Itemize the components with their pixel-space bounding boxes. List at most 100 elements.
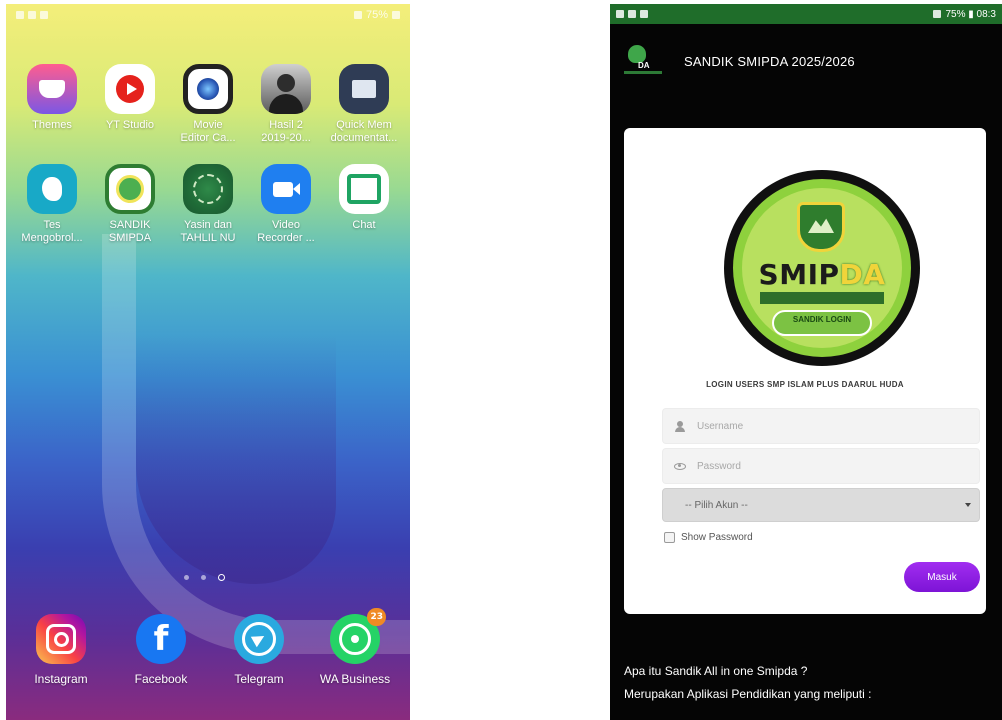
app-label: Yasin dan TAHLIL NU [180, 219, 236, 244]
eye-icon [673, 459, 687, 473]
app-bar: DA SANDIK SMIPDA 2025/2026 [610, 24, 1002, 98]
school-emblem-icon [797, 202, 845, 252]
facebook-icon: f [136, 614, 186, 664]
show-password-row[interactable]: Show Password [664, 532, 753, 543]
app-quick-memo[interactable]: Quick Mem documentat... [324, 64, 404, 145]
app-photo[interactable]: Hasil 2 2019-20... [246, 64, 326, 145]
instagram-icon [36, 614, 86, 664]
smipda-logo: SMIPDA SANDIK LOGIN [724, 170, 920, 366]
app-label: Themes [32, 119, 72, 131]
dock-telegram[interactable]: Telegram [214, 614, 304, 686]
dock-instagram[interactable]: Instagram [16, 614, 106, 686]
status-right-text: 75% ▮ 08:3 [945, 8, 996, 20]
status-bar: 75% [6, 4, 410, 26]
app-chat[interactable]: Chat [324, 164, 404, 232]
app-label: Quick Mem documentat... [330, 119, 398, 144]
battery-percent: 75% [365, 9, 388, 21]
app-label: Tes Mengobrol... [21, 219, 83, 244]
logo-text-main: SMIP [758, 258, 840, 291]
document-icon [339, 64, 389, 114]
notification-icon [40, 11, 48, 19]
logo-inner: SMIPDA SANDIK LOGIN [742, 188, 902, 348]
user-icon [673, 419, 687, 433]
camera-lens-icon [183, 64, 233, 114]
page-dot [184, 575, 189, 580]
app-yt-studio[interactable]: YT Studio [90, 64, 170, 132]
login-heading: LOGIN USERS SMP ISLAM PLUS DAARUL HUDA [706, 380, 904, 389]
dock-facebook[interactable]: f Facebook [116, 614, 206, 686]
logo-text-accent: DA [839, 258, 886, 291]
face-icon [27, 164, 77, 214]
password-input[interactable] [697, 460, 937, 472]
app-label: Chat [352, 219, 376, 231]
dock-wa-business[interactable]: 23 WA Business [310, 608, 400, 686]
logo-ribbon [760, 292, 884, 304]
app-label: Movie Editor Ca... [180, 119, 236, 144]
username-input[interactable] [697, 420, 937, 432]
dock-label: Facebook [134, 672, 188, 686]
whatsapp-business-icon: 23 [330, 608, 386, 664]
signal-icon [933, 10, 942, 18]
notification-icons [616, 10, 648, 18]
info-line-1: Apa itu Sandik All in one Smipda ? [624, 664, 808, 678]
dock-label: Telegram [234, 672, 284, 686]
screenshot-stage: 75% Themes YT Studio Movie Editor Ca... … [0, 0, 1002, 720]
system-icons: 75% ▮ 08:3 [933, 9, 996, 20]
app-themes[interactable]: Themes [12, 64, 92, 132]
notification-icon [616, 10, 624, 18]
status-bar: 75% ▮ 08:3 [610, 4, 1002, 24]
signal-icon [353, 11, 362, 19]
logo-bar [624, 71, 662, 74]
logo-pill: SANDIK LOGIN [772, 310, 872, 336]
app-title: SANDIK SMIPDA 2025/2026 [684, 53, 855, 69]
app-label: YT Studio [105, 119, 155, 131]
logo-pill-title: SANDIK LOGIN [792, 315, 852, 324]
notification-icon [28, 11, 36, 19]
info-line-2: Merupakan Aplikasi Pendidikan yang melip… [624, 687, 872, 701]
login-card: SMIPDA SANDIK LOGIN LOGIN USERS SMP ISLA… [624, 128, 986, 614]
app-sandik-smipda[interactable]: SANDIK SMIPDA [90, 164, 170, 245]
system-icons: 75% [353, 9, 400, 21]
notification-icon [628, 10, 636, 18]
yasin-emblem-icon [183, 164, 233, 214]
notification-badge: 23 [367, 608, 386, 626]
logo-wordmark: SMIPDA [742, 258, 902, 291]
info-text: Apa itu Sandik All in one Smipda ? Merup… [624, 660, 871, 706]
person-photo-icon [261, 64, 311, 114]
app-video-recorder[interactable]: Video Recorder ... [246, 164, 326, 245]
chevron-down-icon [965, 503, 971, 507]
show-password-label: Show Password [681, 532, 753, 543]
username-field-wrapper [662, 408, 980, 444]
app-label: Video Recorder ... [257, 219, 315, 244]
app-yasin-tahlil[interactable]: Yasin dan TAHLIL NU [168, 164, 248, 245]
logo-ring: SMIPDA SANDIK LOGIN [733, 179, 911, 357]
app-logo-icon: DA [624, 43, 662, 79]
user-glyph [675, 420, 685, 432]
logo-tag: DA [638, 61, 650, 70]
app-movie-editor[interactable]: Movie Editor Ca... [168, 64, 248, 145]
battery-icon [392, 11, 400, 19]
android-home-screen: 75% Themes YT Studio Movie Editor Ca... … [6, 4, 410, 720]
app-label: SANDIK SMIPDA [108, 219, 152, 244]
notification-icon [640, 10, 648, 18]
app-tes-mengobrol[interactable]: Tes Mengobrol... [12, 164, 92, 245]
play-icon [116, 75, 144, 103]
notification-icons [16, 11, 48, 19]
account-select-value: -- Pilih Akun -- [685, 499, 748, 511]
sandik-logo-icon [105, 164, 155, 214]
page-indicator[interactable] [184, 574, 225, 581]
login-button[interactable]: Masuk [904, 562, 980, 592]
notification-icon [16, 11, 24, 19]
page-dot [201, 575, 206, 580]
video-recorder-icon [261, 164, 311, 214]
password-field-wrapper [662, 448, 980, 484]
account-select[interactable]: -- Pilih Akun -- [662, 488, 980, 522]
sandik-app-screen: 75% ▮ 08:3 DA SANDIK SMIPDA 2025/2026 SM… [610, 4, 1002, 720]
show-password-checkbox[interactable] [664, 532, 675, 543]
dock-label: Instagram [34, 672, 88, 686]
chat-icon [339, 164, 389, 214]
home-page-dot [218, 574, 225, 581]
app-label: Hasil 2 2019-20... [261, 119, 311, 144]
themes-icon [27, 64, 77, 114]
eye-glyph [674, 462, 686, 470]
